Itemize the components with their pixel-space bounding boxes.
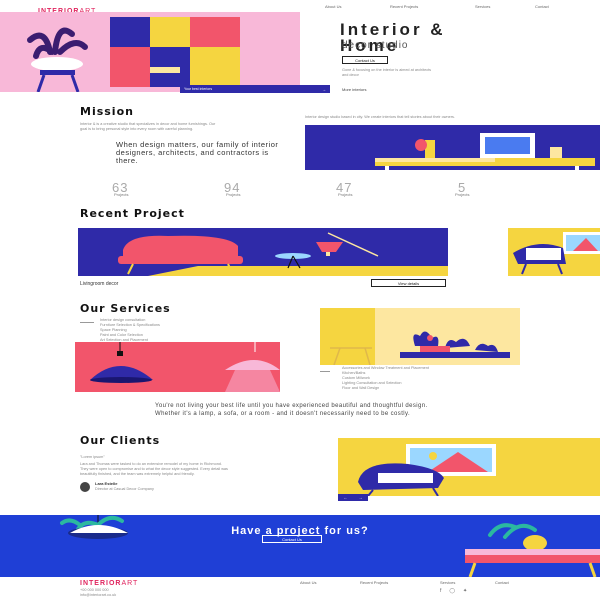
client-role: Director at Casual Decor Company [95,487,154,491]
services-divider-b [320,371,330,372]
services-divider [80,322,94,323]
facebook-icon[interactable]: f [440,588,441,594]
footer-email[interactable]: info@interiorart.co.uk [80,593,116,598]
hero-contact-button[interactable]: Contact Us [342,56,388,64]
footer-brand[interactable]: INTERIORART [80,580,138,587]
hero-caption: Your best interiors [184,87,213,91]
recent-side-image [508,228,600,276]
footer-brand-strong: INTERIOR [80,580,122,587]
mission-quote: When design matters, our family of inter… [116,140,279,165]
instagram-icon[interactable]: ◯ [449,588,455,594]
nav-projects[interactable]: Recent Projects [390,4,418,9]
services-image-lamp [75,342,280,392]
hero-more-link[interactable]: More interiors [342,87,366,92]
footer-link-services[interactable]: Services [440,580,455,585]
nav-about[interactable]: About Us [325,4,341,9]
arrow-left-icon[interactable]: ← [344,495,348,500]
twitter-icon[interactable]: ✦ [463,588,467,594]
stat-label-1: Projects [114,192,129,197]
services-title: Our Services [80,302,171,315]
stat-label-3: Projects [338,192,353,197]
avatar [80,482,90,492]
recent-project-image[interactable] [78,228,448,276]
hero-image [0,12,300,92]
services-list-b: Accessories and Window Treatment and Pla… [342,366,429,391]
mission-image [305,125,600,170]
nav-services[interactable]: Services [475,4,490,9]
recent-caption: Livingroom decor [80,281,119,287]
footer-link-about[interactable]: About Us [300,580,316,585]
stat-label-4: Projects [455,192,470,197]
view-details-button[interactable]: View details [371,279,446,287]
stat-label-2: Projects [226,192,241,197]
arrow-right-icon[interactable]: → [322,87,326,92]
clients-title: Our Clients [80,434,161,447]
arrow-right-icon[interactable]: → [359,495,363,500]
services-image-plants [320,308,520,365]
clients-intro: "Lorem ipsum" [80,455,105,459]
hero-caption-bar[interactable]: Your best interiors → [180,85,330,93]
footer-social: f ◯ ✦ [440,588,467,594]
client-author: Lara Estelle [95,481,118,486]
hero-subtitle: decor studio [342,40,409,51]
cta-contact-button[interactable]: Contact Us [262,535,322,543]
services-list-a: Interior design consultation Furniture S… [100,318,160,343]
mission-title: Mission [80,105,134,118]
service-item: Floor and Wall Design [342,386,380,390]
mission-body: Interior & is a creative studio that spe… [80,122,216,131]
footer-link-projects[interactable]: Recent Projects [360,580,388,585]
nav-contact[interactable]: Contact [535,4,549,9]
mission-side-text: Interior design studio based in city. We… [305,115,455,119]
clients-nav: ← → [338,494,368,501]
footer-link-contact[interactable]: Contact [495,580,509,585]
design-quote: You're not living your best life until y… [155,403,428,417]
clients-image [338,438,600,496]
hero-text: Gone & focusing on the interior is aimed… [342,68,432,77]
clients-testimonial: Lara and Thomas were tasked to do an ext… [80,462,228,476]
recent-title: Recent Project [80,207,185,220]
footer-brand-light: ART [121,580,139,587]
